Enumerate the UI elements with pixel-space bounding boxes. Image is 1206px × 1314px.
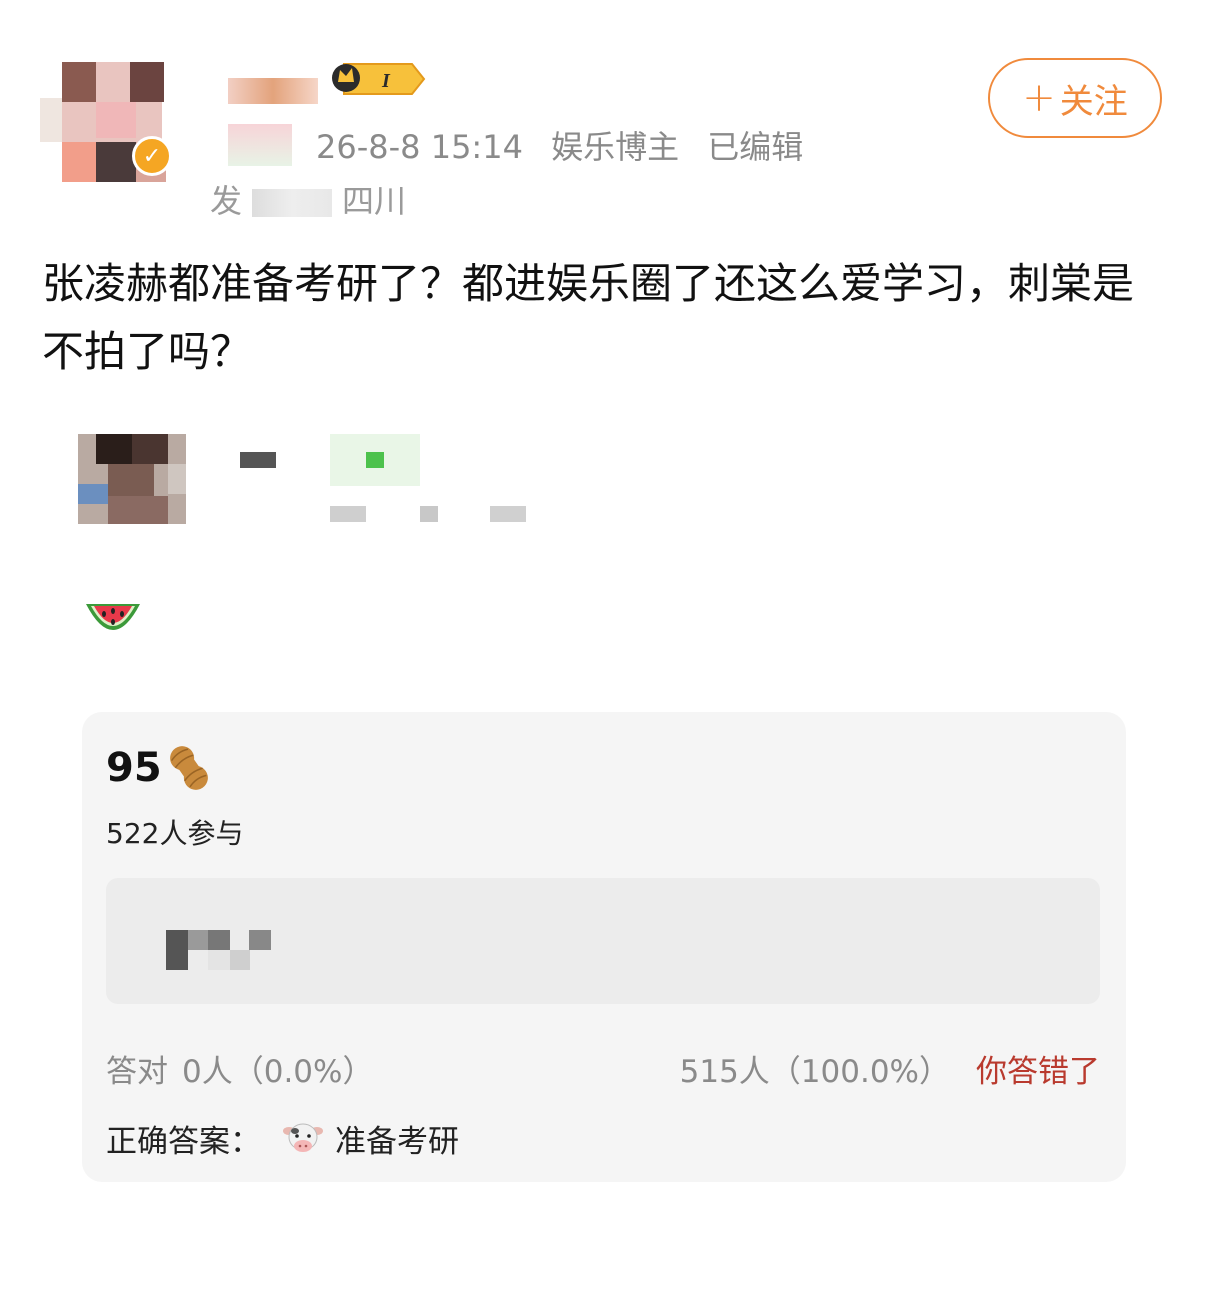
wrong-stats: 515人（100.0%） 你答错了: [680, 1046, 1100, 1091]
quiz-score: 95: [106, 742, 214, 794]
correct-stats: 答对 0人（0.0%）: [106, 1046, 387, 1091]
cow-icon: [283, 1123, 323, 1152]
wrong-count: 515人（100.0%）: [679, 1054, 950, 1090]
correct-label: 答对: [106, 1054, 168, 1090]
post-timestamp: 26-8-8 15:14: [316, 128, 523, 166]
location-text: 四川: [342, 182, 407, 220]
location-blur: [252, 189, 333, 217]
repost-meta-blur-3: [490, 506, 526, 522]
verified-check-icon: ✓: [132, 136, 172, 176]
follow-label: 关注: [1059, 81, 1128, 122]
quiz-option[interactable]: [106, 878, 1100, 1004]
quiz-card: 95 522人参与 答对 0人（0.0%） 515人（100.0%） 你答错了 正确…: [82, 712, 1126, 1182]
result-label: 你答错了: [976, 1054, 1100, 1090]
repost-avatar[interactable]: [78, 434, 186, 524]
post-meta: 26-8-8 15:14 娱乐博主 已编辑: [316, 122, 821, 168]
level-badge-icon: I: [332, 63, 426, 95]
peanut-icon: [169, 746, 208, 790]
correct-count: 0人（0.0%）: [182, 1054, 374, 1090]
repost-badge-dot: [366, 452, 384, 468]
post-body: 张凌赫都准备考研了？都进娱乐圈了还这么爱学习，刺棠是不拍了吗？: [42, 259, 1135, 376]
repost-name-blur: [240, 452, 276, 468]
participants-count: 522人参与: [106, 817, 244, 850]
answer-label: 正确答案：: [106, 1124, 261, 1160]
follow-button[interactable]: + 关注: [988, 58, 1162, 138]
score-value: 95: [106, 745, 162, 791]
level-badge-text: I: [381, 70, 391, 92]
edited-label: 已编辑: [707, 128, 804, 166]
username-blur[interactable]: [228, 78, 318, 104]
repost-meta-blur-1: [330, 506, 366, 522]
username-blur-2: [228, 124, 292, 166]
post-location: 发 四川: [210, 176, 406, 222]
correct-answer: 正确答案： 准备考研: [106, 1116, 459, 1161]
plus-icon: +: [1022, 75, 1056, 121]
location-prefix: 发: [210, 182, 243, 220]
watermelon-icon: [86, 604, 140, 630]
answer-text: 准备考研: [335, 1124, 459, 1160]
author-role: 娱乐博主: [551, 128, 680, 166]
repost-meta-blur-2: [420, 506, 438, 522]
